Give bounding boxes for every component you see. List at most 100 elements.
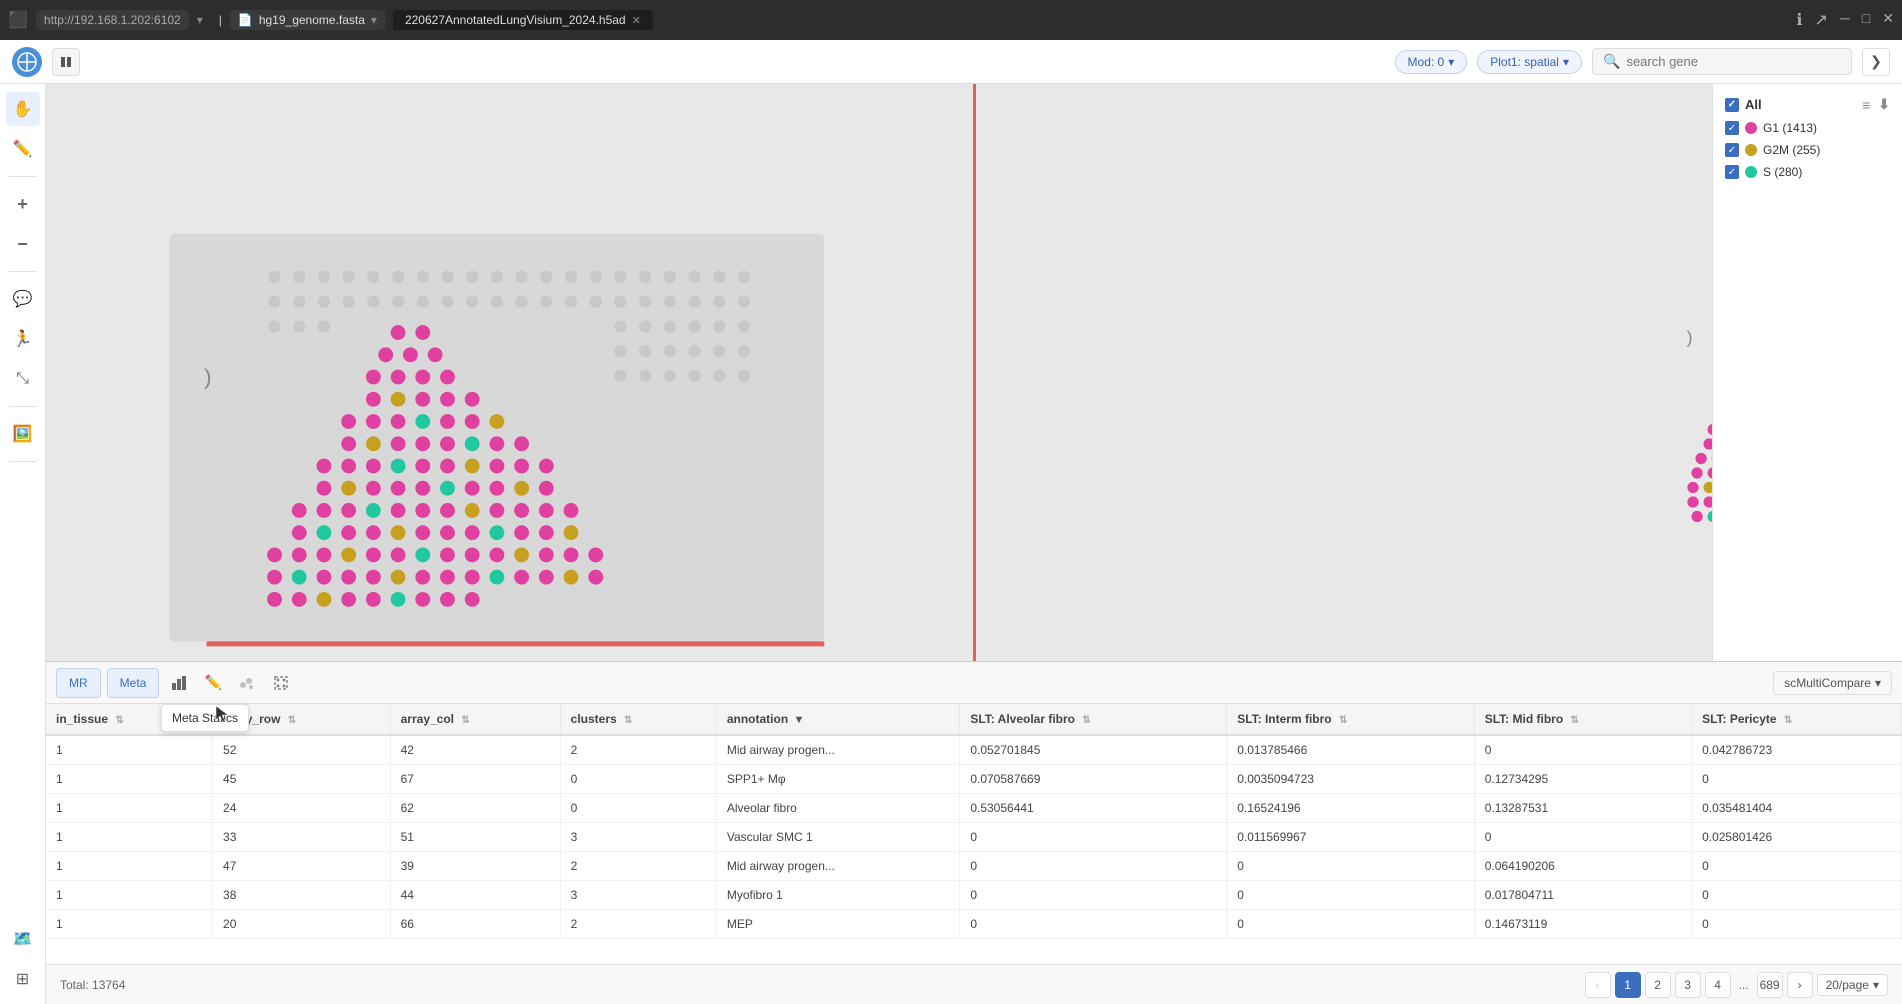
cell-slt_alveolar: 0 bbox=[960, 823, 1227, 852]
sort-in-tissue-icon[interactable]: ⇅ bbox=[115, 715, 123, 726]
g1-label: G1 (1413) bbox=[1763, 121, 1817, 135]
plus-tool-icon[interactable]: + bbox=[6, 187, 40, 221]
page-3-button[interactable]: 3 bbox=[1675, 972, 1701, 998]
pencil-tool-icon[interactable]: ✏️ bbox=[6, 132, 40, 166]
data-table: in_tissue ⇅ array_row ⇅ array_col ⇅ bbox=[46, 704, 1902, 939]
cell-slt_mid: 0 bbox=[1474, 735, 1691, 765]
chat-tool-icon[interactable]: 💬 bbox=[6, 282, 40, 316]
expand-button[interactable]: ❯ bbox=[1862, 48, 1890, 76]
cell-slt_interm: 0.011569967 bbox=[1227, 823, 1475, 852]
plot-chevron: ▾ bbox=[1563, 55, 1569, 69]
cell-slt_alveolar: 0.052701845 bbox=[960, 735, 1227, 765]
cell-array_row: 33 bbox=[213, 823, 391, 852]
legend-filter-icon[interactable]: ≡ bbox=[1862, 97, 1870, 113]
sort-array-row-icon[interactable]: ⇅ bbox=[288, 715, 296, 726]
cell-array_col: 39 bbox=[390, 852, 560, 881]
table-body: 152422Mid airway progen...0.0527018450.0… bbox=[46, 735, 1902, 939]
col-slt-alveolar: SLT: Alveolar fibro ⇅ bbox=[960, 704, 1227, 735]
map-tool-icon[interactable]: 🗺️ bbox=[6, 922, 40, 956]
cell-in_tissue: 1 bbox=[46, 735, 213, 765]
cell-in_tissue: 1 bbox=[46, 794, 213, 823]
sort-array-col-icon[interactable]: ⇅ bbox=[461, 715, 469, 726]
legend-download-icon[interactable]: ⬇ bbox=[1878, 96, 1890, 113]
cell-array_row: 47 bbox=[213, 852, 391, 881]
plot-selector[interactable]: Plot1: spatial ▾ bbox=[1477, 50, 1582, 74]
image-tool-icon[interactable]: 🖼️ bbox=[6, 417, 40, 451]
cell-array_row: 20 bbox=[213, 910, 391, 939]
cell-slt_interm: 0 bbox=[1227, 852, 1475, 881]
cell-slt_mid: 0.064190206 bbox=[1474, 852, 1691, 881]
h5ad-tab[interactable]: 220627AnnotatedLungVisium_2024.h5ad ✕ bbox=[393, 10, 653, 30]
all-checkbox[interactable]: ✓ bbox=[1725, 98, 1739, 112]
sort-slt-mid-icon[interactable]: ⇅ bbox=[1571, 715, 1579, 726]
tab-mr[interactable]: MR bbox=[56, 668, 101, 698]
tab-stats[interactable] bbox=[165, 669, 193, 697]
left-spatial-plot[interactable]: ) bbox=[46, 84, 973, 661]
annotation-filter-icon[interactable]: ▼ bbox=[794, 714, 805, 726]
g1-checkbox[interactable]: ✓ bbox=[1725, 121, 1739, 135]
cell-annotation: Mid airway progen... bbox=[716, 735, 960, 765]
sort-slt-alveolar-icon[interactable]: ⇅ bbox=[1082, 715, 1090, 726]
col-clusters: clusters ⇅ bbox=[560, 704, 716, 735]
prev-page-button[interactable]: ‹ bbox=[1585, 972, 1611, 998]
cell-clusters: 0 bbox=[560, 765, 716, 794]
page-4-button[interactable]: 4 bbox=[1705, 972, 1731, 998]
close-tab-icon[interactable]: ✕ bbox=[632, 14, 641, 27]
url-display[interactable]: http://192.168.1.202:6102 bbox=[36, 10, 189, 30]
col-slt-mid: SLT: Mid fibro ⇅ bbox=[1474, 704, 1691, 735]
per-page-selector[interactable]: 20/page ▾ bbox=[1817, 974, 1888, 996]
tab-select[interactable] bbox=[267, 669, 295, 697]
cell-in_tissue: 1 bbox=[46, 765, 213, 794]
hand-tool-icon[interactable]: ✋ bbox=[6, 92, 40, 126]
browser-top-bar: ⬛ http://192.168.1.202:6102 ▾ | 📄 hg19_g… bbox=[0, 0, 1902, 40]
expand-tool-icon[interactable]: ⤡ bbox=[6, 362, 40, 396]
tab-pencil[interactable]: ✏️ bbox=[199, 669, 227, 697]
tab-meta[interactable]: Meta bbox=[107, 668, 160, 698]
pagination: ‹ 1 2 3 4 ... 689 › 20/page ▾ bbox=[1585, 972, 1888, 998]
meta-statics-tooltip: Meta Statics bbox=[161, 704, 249, 732]
page-1-button[interactable]: 1 bbox=[1615, 972, 1641, 998]
cell-annotation: Vascular SMC 1 bbox=[716, 823, 960, 852]
mod-selector[interactable]: Mod: 0 ▾ bbox=[1395, 50, 1468, 74]
table-row: 133513Vascular SMC 100.01156996700.02580… bbox=[46, 823, 1902, 852]
file-tab[interactable]: 📄 hg19_genome.fasta ▾ bbox=[230, 10, 385, 30]
maximize-icon[interactable]: □ bbox=[1862, 10, 1870, 30]
page-689-button[interactable]: 689 bbox=[1757, 972, 1783, 998]
cell-slt_pericyte: 0 bbox=[1692, 852, 1902, 881]
g1-color-dot bbox=[1745, 122, 1757, 134]
share-icon[interactable]: ↗ bbox=[1814, 10, 1827, 30]
cell-clusters: 3 bbox=[560, 881, 716, 910]
sort-clusters-icon[interactable]: ⇅ bbox=[624, 715, 632, 726]
tab-scatter[interactable] bbox=[233, 669, 261, 697]
table-row: 147392Mid airway progen...000.0641902060 bbox=[46, 852, 1902, 881]
cell-in_tissue: 1 bbox=[46, 823, 213, 852]
main-content: ✋ ✏️ + − 💬 🏃 ⤡ 🖼️ 🗺️ ⊞ bbox=[0, 84, 1902, 1004]
sidebar-divider-1 bbox=[9, 176, 37, 177]
sort-slt-interm-icon[interactable]: ⇅ bbox=[1339, 715, 1347, 726]
sidebar-divider-3 bbox=[9, 406, 37, 407]
cell-array_col: 62 bbox=[390, 794, 560, 823]
s-color-dot bbox=[1745, 166, 1757, 178]
info-icon[interactable]: ℹ bbox=[1796, 10, 1802, 30]
sidebar-divider-4 bbox=[9, 461, 37, 462]
all-text: All bbox=[1745, 97, 1762, 112]
search-input[interactable] bbox=[1626, 54, 1841, 69]
table-tool-icon[interactable]: ⊞ bbox=[6, 962, 40, 996]
minimize-icon[interactable]: ─ bbox=[1840, 10, 1850, 30]
scmulti-compare-select[interactable]: scMultiCompare ▾ bbox=[1773, 671, 1892, 695]
next-page-button[interactable]: › bbox=[1787, 972, 1813, 998]
cell-slt_interm: 0 bbox=[1227, 910, 1475, 939]
page-2-button[interactable]: 2 bbox=[1645, 972, 1671, 998]
gene-search-box[interactable]: 🔍 bbox=[1592, 48, 1852, 75]
minus-tool-icon[interactable]: − bbox=[6, 227, 40, 261]
cell-array_col: 42 bbox=[390, 735, 560, 765]
g2m-checkbox[interactable]: ✓ bbox=[1725, 143, 1739, 157]
figure-tool-icon[interactable]: 🏃 bbox=[6, 322, 40, 356]
s-checkbox[interactable]: ✓ bbox=[1725, 165, 1739, 179]
pause-button[interactable] bbox=[52, 48, 80, 76]
sort-slt-pericyte-icon[interactable]: ⇅ bbox=[1784, 715, 1792, 726]
cell-slt_pericyte: 0.025801426 bbox=[1692, 823, 1902, 852]
data-table-wrapper[interactable]: in_tissue ⇅ array_row ⇅ array_col ⇅ bbox=[46, 704, 1902, 964]
mod-label: Mod: 0 bbox=[1408, 55, 1445, 69]
close-window-icon[interactable]: ✕ bbox=[1882, 10, 1894, 30]
